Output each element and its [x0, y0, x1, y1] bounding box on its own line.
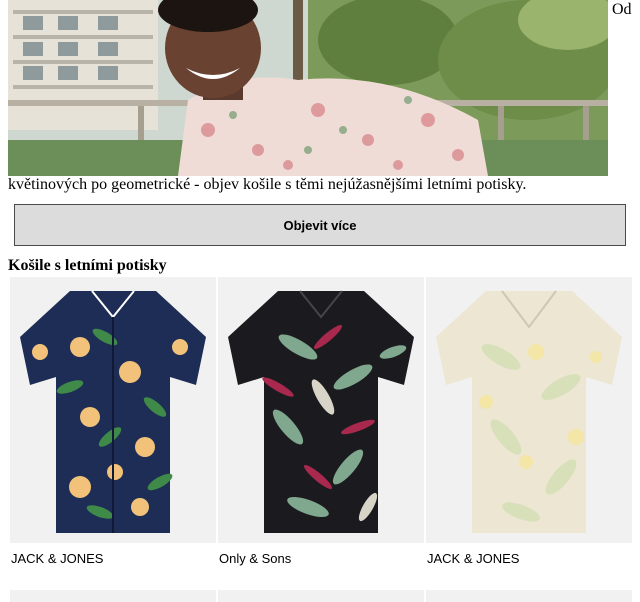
- next-row-placeholder: [426, 590, 632, 602]
- product-card[interactable]: JACK & JONES: [10, 277, 216, 602]
- hero-image: [8, 0, 608, 176]
- section-title: Košile s letními potisky: [8, 257, 167, 274]
- next-row-placeholder: [10, 590, 216, 602]
- product-brand: JACK & JONES: [427, 551, 520, 566]
- hero-description: květinových po geometrické - objev košil…: [8, 176, 527, 193]
- product-grid: JACK & JONES Only & Sons JACK & JONES: [10, 277, 632, 602]
- product-brand: JACK & JONES: [11, 551, 104, 566]
- discover-more-button[interactable]: Objevit více: [14, 204, 626, 246]
- product-image: [218, 277, 424, 543]
- product-image: [426, 277, 632, 543]
- hero-intro-text: Od: [612, 1, 632, 18]
- hero-photo: [8, 0, 608, 176]
- product-brand: Only & Sons: [219, 551, 292, 566]
- product-card[interactable]: Only & Sons: [218, 277, 424, 602]
- product-image: [10, 277, 216, 543]
- product-card[interactable]: JACK & JONES: [426, 277, 632, 602]
- next-row-placeholder: [218, 590, 424, 602]
